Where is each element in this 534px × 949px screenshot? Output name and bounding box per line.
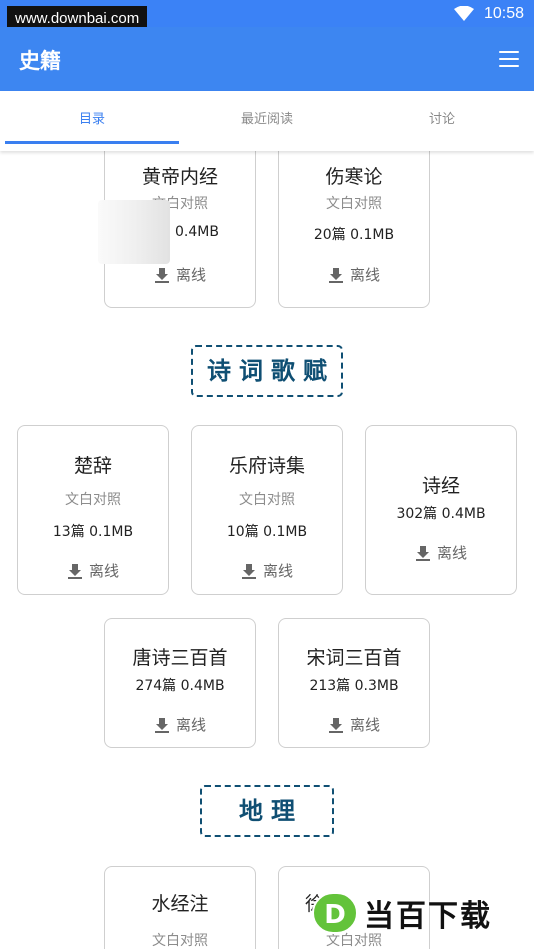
- book-card-shuijingzhu[interactable]: 水经注 文白对照: [104, 866, 256, 949]
- book-card-shanghan-lun[interactable]: 伤寒论 文白对照 20篇 0.1MB 离线: [278, 151, 430, 308]
- book-card-shijing[interactable]: 诗经 302篇 0.4MB 离线: [365, 425, 517, 595]
- offline-button[interactable]: 离线: [105, 264, 255, 285]
- book-stat: 20篇 0.1MB: [313, 227, 395, 243]
- book-card-yuefu-shiji[interactable]: 乐府诗集 文白对照 10篇 0.1MB 离线: [191, 425, 343, 595]
- download-icon: [415, 545, 430, 561]
- book-card-songci-300[interactable]: 宋词三百首 213篇 0.3MB 离线: [278, 618, 430, 748]
- book-stat: 274篇 0.4MB: [135, 678, 225, 694]
- download-icon: [67, 563, 82, 579]
- book-subtitle: 文白对照: [65, 492, 121, 508]
- blurred-overlay: [98, 200, 170, 264]
- book-subtitle: 文白对照: [152, 933, 208, 949]
- book-title: 水经注: [151, 893, 209, 915]
- book-title: 唐诗三百首: [132, 647, 228, 669]
- book-card-tangshi-300[interactable]: 唐诗三百首 274篇 0.4MB 离线: [104, 618, 256, 748]
- book-title: 黄帝内经: [141, 166, 218, 188]
- book-stat: 13篇 0.1MB: [52, 524, 134, 540]
- page-title: 史籍: [19, 49, 61, 73]
- watermark-logo: D 当百下载: [312, 892, 492, 934]
- offline-button[interactable]: 离线: [279, 264, 429, 285]
- catalog-list[interactable]: 黄帝内经 文白对照 0.4MB 离线 伤寒论 文白对照 20篇 0.1MB 离线…: [0, 151, 534, 949]
- book-stat: 302篇 0.4MB: [396, 506, 486, 522]
- app-bar: 史籍: [0, 27, 534, 91]
- book-title: 伤寒论: [325, 166, 383, 188]
- hamburger-menu-icon[interactable]: [499, 51, 519, 67]
- offline-button[interactable]: 离线: [366, 542, 516, 563]
- status-icons: 10:58: [453, 4, 524, 24]
- status-time: 10:58: [483, 5, 524, 22]
- download-icon: [241, 563, 256, 579]
- logo-text: 当百下载: [364, 899, 492, 934]
- download-icon: [154, 267, 169, 283]
- book-title: 乐府诗集: [228, 455, 305, 477]
- tab-recent-reading[interactable]: 最近阅读: [178, 91, 356, 148]
- book-title: 诗经: [421, 475, 460, 497]
- tab-catalog[interactable]: 目录: [3, 91, 181, 148]
- section-title-poetry: 诗词歌赋: [191, 345, 343, 397]
- book-title: 楚辞: [73, 455, 112, 477]
- tab-indicator: [5, 141, 179, 144]
- logo-icon: D: [312, 892, 358, 934]
- offline-button[interactable]: 离线: [192, 560, 342, 581]
- offline-button[interactable]: 离线: [105, 714, 255, 735]
- wifi-icon: [453, 6, 474, 21]
- download-icon: [154, 717, 169, 733]
- book-card-chuci[interactable]: 楚辞 文白对照 13篇 0.1MB 离线: [17, 425, 169, 595]
- section-title-geography: 地理: [200, 785, 334, 837]
- download-icon: [328, 717, 343, 733]
- book-subtitle: 文白对照: [326, 196, 382, 212]
- book-stat: 213篇 0.3MB: [309, 678, 399, 694]
- offline-button[interactable]: 离线: [18, 560, 168, 581]
- book-title: 宋词三百首: [306, 647, 402, 669]
- book-subtitle: 文白对照: [239, 492, 295, 508]
- book-stat: 10篇 0.1MB: [226, 524, 308, 540]
- download-icon: [328, 267, 343, 283]
- tab-discussion[interactable]: 讨论: [353, 91, 531, 148]
- offline-button[interactable]: 离线: [279, 714, 429, 735]
